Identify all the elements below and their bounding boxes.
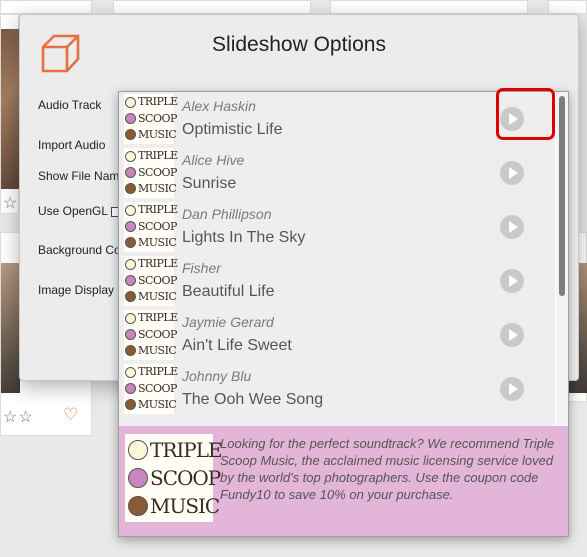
track-list-scrollbar[interactable] bbox=[556, 92, 568, 426]
track-title: Sunrise bbox=[182, 175, 237, 192]
import-audio-label[interactable]: Import Audio bbox=[38, 138, 105, 152]
background-color-label: Background Co bbox=[38, 243, 121, 257]
play-icon[interactable] bbox=[500, 161, 524, 185]
triple-scoop-logo: TRIPLE SCOOP MUSIC bbox=[124, 202, 178, 252]
track-row[interactable]: TRIPLE SCOOP MUSIC Dan Phillipson Lights… bbox=[122, 200, 554, 254]
photo-thumbnail bbox=[1, 29, 20, 189]
track-artist: Fisher bbox=[182, 260, 221, 276]
heart-icon[interactable]: ♡ bbox=[63, 405, 78, 425]
play-button-highlight bbox=[496, 88, 555, 140]
image-display-label: Image Display bbox=[38, 283, 115, 297]
play-icon[interactable] bbox=[500, 269, 524, 293]
photo-thumbnail bbox=[1, 263, 20, 393]
photo-card[interactable] bbox=[330, 0, 528, 14]
triple-scoop-promo[interactable]: TRIPLE SCOOP MUSIC Looking for the perfe… bbox=[119, 426, 568, 536]
use-opengl-option[interactable]: Use OpenGL bbox=[38, 204, 122, 218]
play-icon[interactable] bbox=[500, 377, 524, 401]
dialog-title: Slideshow Options bbox=[212, 33, 386, 56]
photo-card[interactable]: ☆☆ bbox=[0, 14, 33, 214]
audio-track-label: Audio Track bbox=[38, 98, 102, 112]
triple-scoop-logo: TRIPLE SCOOP MUSIC bbox=[124, 310, 178, 360]
photo-card[interactable] bbox=[548, 0, 587, 14]
audio-track-popup: TRIPLE SCOOP MUSIC Alex Haskin Optimisti… bbox=[118, 91, 569, 537]
track-title: Beautiful Life bbox=[182, 283, 275, 300]
promo-text: Looking for the perfect soundtrack? We r… bbox=[220, 436, 555, 502]
triple-scoop-logo: TRIPLE SCOOP MUSIC bbox=[124, 148, 178, 198]
photo-card[interactable] bbox=[0, 0, 92, 14]
play-icon[interactable] bbox=[500, 323, 524, 347]
track-title: Optimistic Life bbox=[182, 121, 283, 138]
use-opengl-label: Use OpenGL bbox=[38, 204, 109, 218]
photo-card[interactable] bbox=[113, 0, 311, 14]
track-title: Lights In The Sky bbox=[182, 229, 306, 246]
track-title: The Ooh Wee Song bbox=[182, 391, 324, 408]
track-artist: Jaymie Gerard bbox=[182, 314, 274, 330]
track-artist: Dan Phillipson bbox=[182, 206, 272, 222]
track-row[interactable]: TRIPLE SCOOP MUSIC Fisher Beautiful Life bbox=[122, 254, 554, 308]
track-title: Ain't Life Sweet bbox=[182, 337, 292, 354]
track-artist: Alice Hive bbox=[182, 152, 245, 168]
track-row[interactable]: TRIPLE SCOOP MUSIC Johnny Blu The Ooh We… bbox=[122, 362, 554, 416]
track-artist: Johnny Blu bbox=[182, 368, 252, 384]
track-row[interactable]: TRIPLE SCOOP MUSIC Alex Haskin Optimisti… bbox=[122, 92, 554, 146]
rating-stars[interactable]: ☆☆ bbox=[3, 407, 34, 427]
triple-scoop-logo: TRIPLE SCOOP MUSIC bbox=[124, 364, 178, 414]
play-icon[interactable] bbox=[500, 215, 524, 239]
triple-scoop-logo: TRIPLE SCOOP MUSIC bbox=[125, 434, 223, 522]
track-row[interactable]: TRIPLE SCOOP MUSIC Jaymie Gerard Ain't L… bbox=[122, 308, 554, 362]
triple-scoop-logo: TRIPLE SCOOP MUSIC bbox=[124, 94, 178, 144]
triple-scoop-logo: TRIPLE SCOOP MUSIC bbox=[124, 256, 178, 306]
track-list: TRIPLE SCOOP MUSIC Alex Haskin Optimisti… bbox=[119, 92, 555, 426]
track-row[interactable]: TRIPLE SCOOP MUSIC Alice Hive Sunrise bbox=[122, 146, 554, 200]
scrollbar-thumb[interactable] bbox=[559, 96, 565, 296]
show-file-name-label: Show File Nam bbox=[38, 169, 120, 183]
track-artist: Alex Haskin bbox=[182, 98, 256, 114]
